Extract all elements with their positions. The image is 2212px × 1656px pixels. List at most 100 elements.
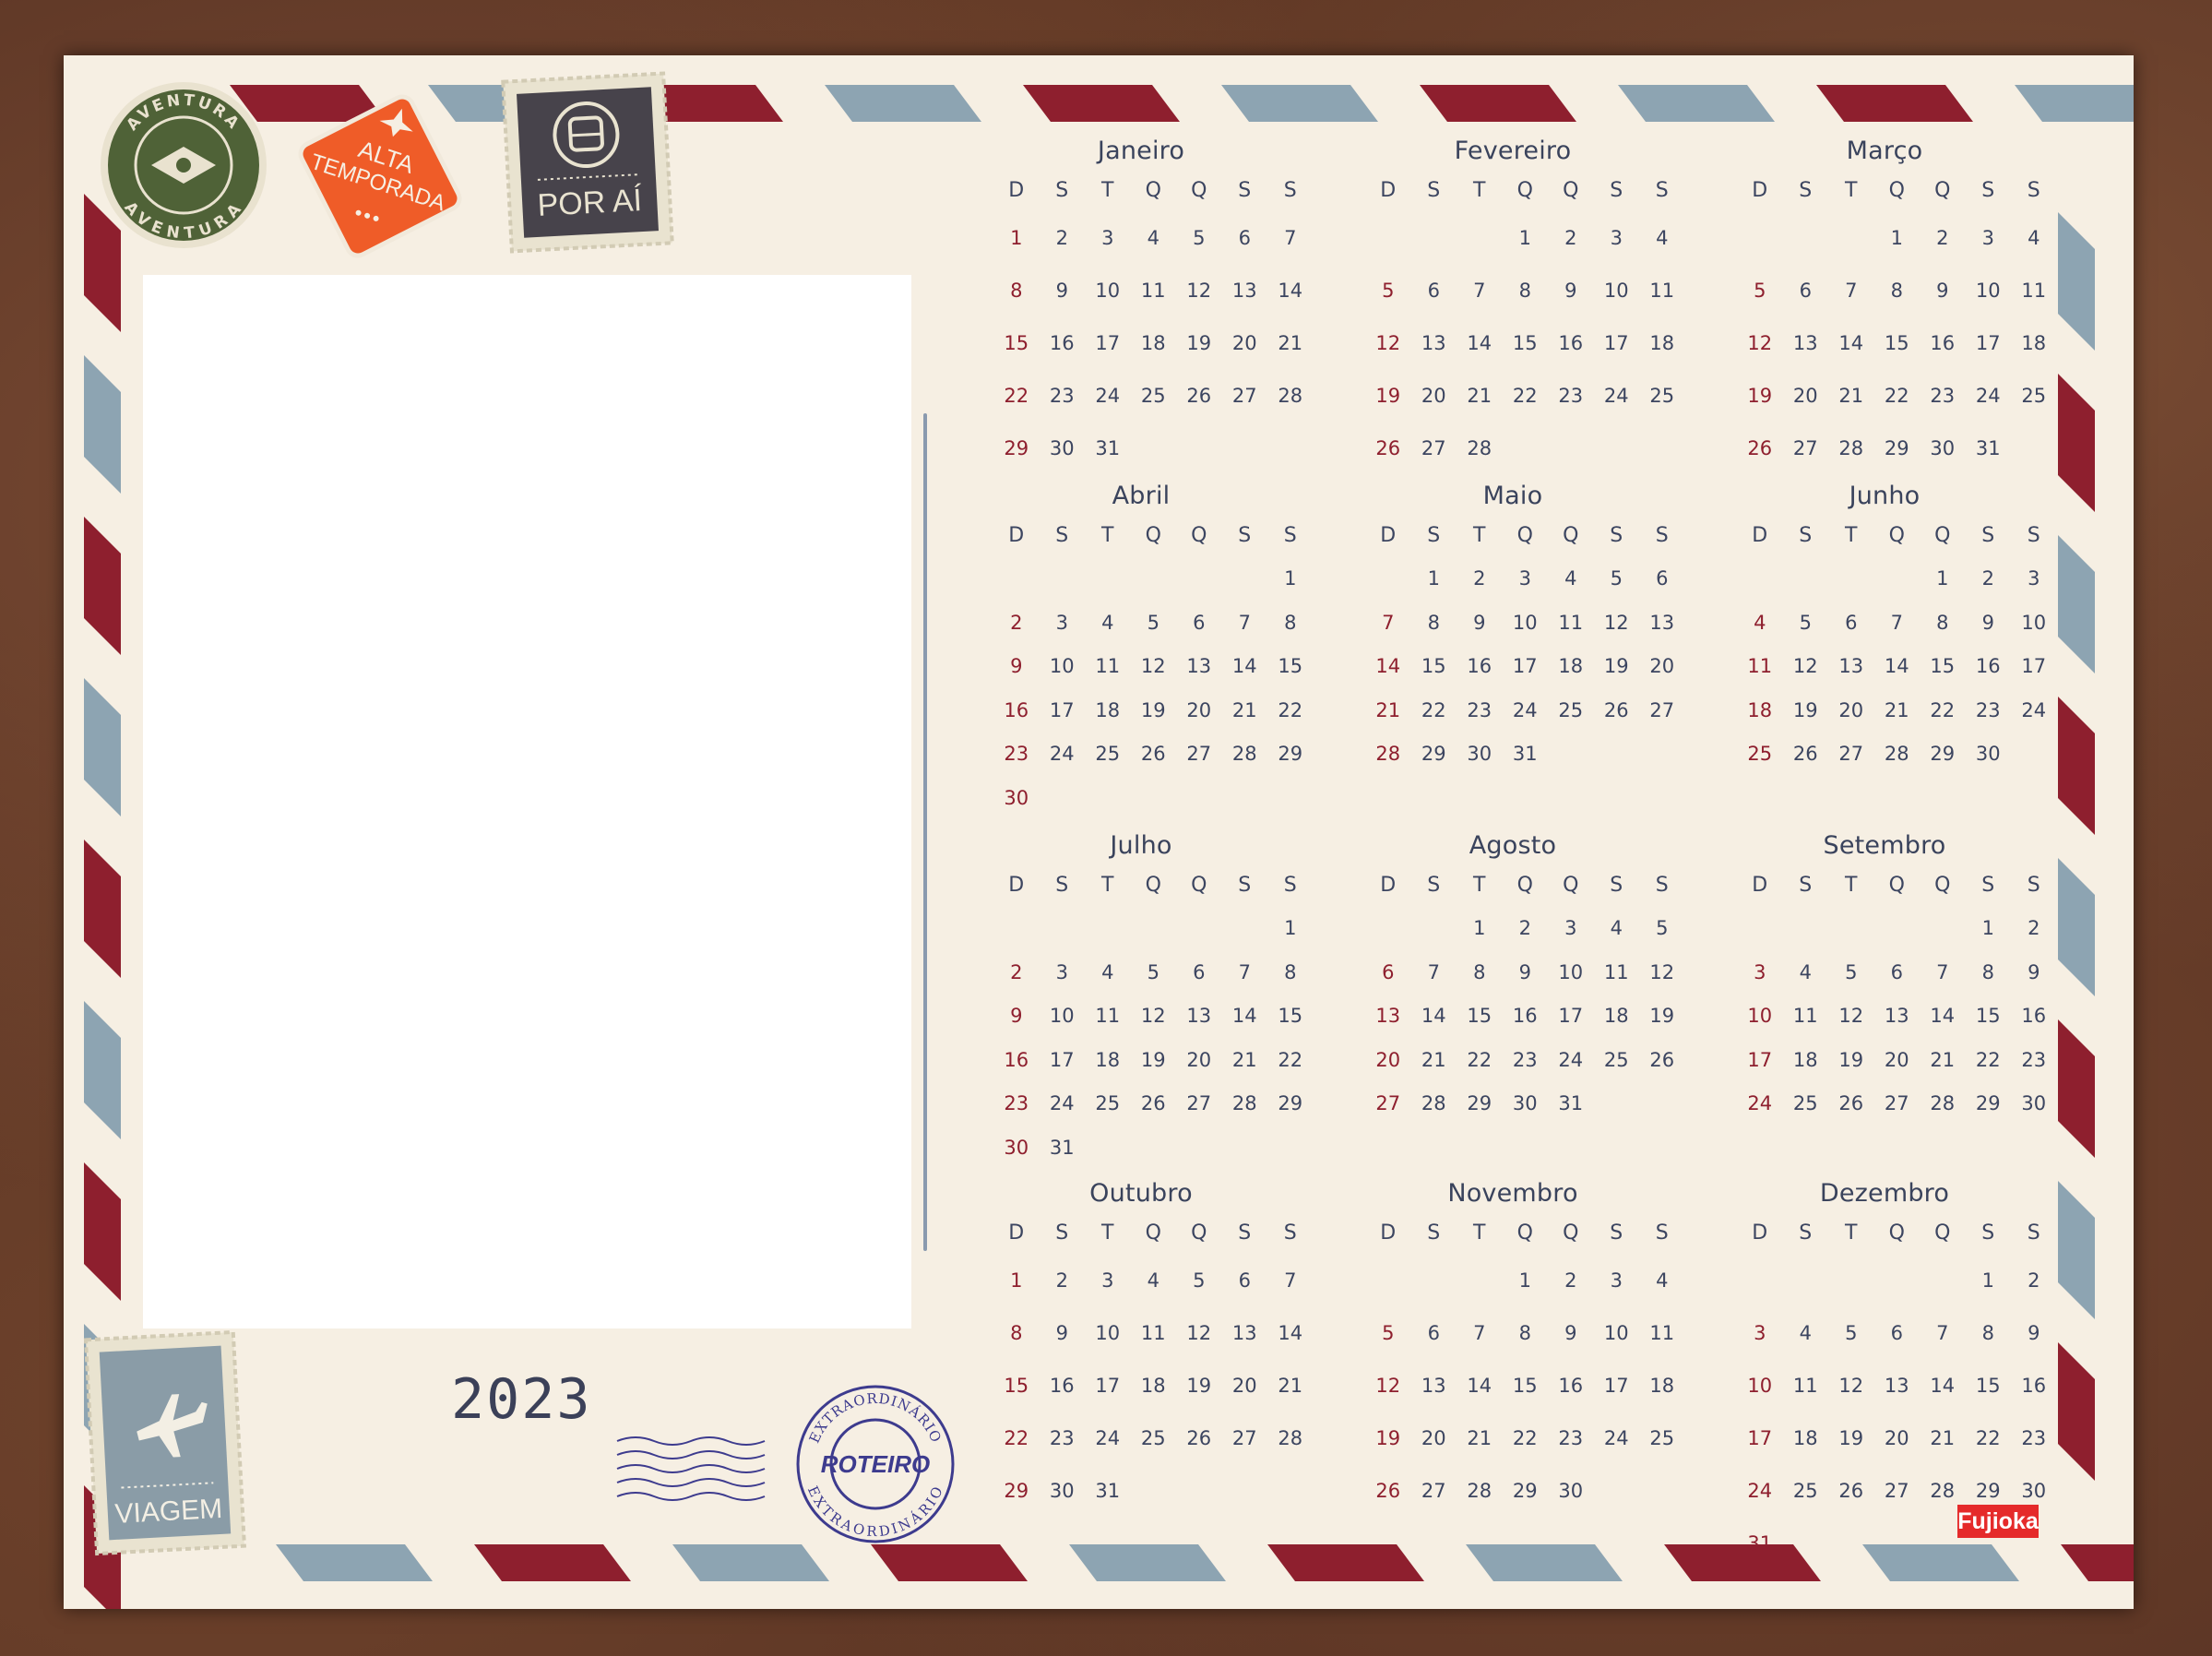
day-cell: 24 <box>1747 1092 1773 1114</box>
day-cell: 30 <box>1049 1480 1075 1502</box>
day-cell: 24 <box>1049 1092 1075 1114</box>
day-cell: 19 <box>1140 1048 1166 1071</box>
day-cell: 14 <box>1930 1375 1956 1397</box>
day-cell: 21 <box>1838 385 1864 407</box>
day-cell: 9 <box>1055 280 1068 302</box>
day-cell: 24 <box>1603 385 1629 407</box>
month-name: Agosto <box>1469 831 1557 860</box>
day-cell: 11 <box>1649 280 1675 302</box>
day-cell: 12 <box>1186 1322 1212 1344</box>
empty-cell <box>1874 1255 1921 1307</box>
aventura-stamp: AVENTURA AVENTURA <box>101 82 267 248</box>
weekday-label: S <box>1238 874 1252 897</box>
day-cell: 31 <box>1975 437 2001 459</box>
day-cell: 21 <box>1467 1427 1493 1449</box>
day-cell: 19 <box>1649 1005 1675 1027</box>
day-cell: 17 <box>1095 1375 1121 1397</box>
empty-cell <box>1737 212 1783 265</box>
svg-text:EXTRAORDINÁRIO: EXTRAORDINÁRIO <box>804 1483 946 1540</box>
por-ai-text: POR AÍ <box>537 183 644 223</box>
weekday-label: S <box>1055 1221 1069 1245</box>
weekday-label: T <box>1473 874 1486 897</box>
day-cell: 27 <box>1186 1092 1212 1114</box>
day-cell: 5 <box>1382 1322 1395 1344</box>
day-cell: 7 <box>1382 611 1395 634</box>
month-julho: Julho D S T Q Q S S 1 2 3 4 5 6 7 8 9 10 11 12 13 14 15 16 17 18 1… <box>993 828 1302 1170</box>
day-cell: 5 <box>1799 611 1812 634</box>
day-grid: D S T Q Q S S 1 2 3 4 5 6 7 8 9 10 11 12 13 14 15 16 17 18 19 20 21… <box>1737 515 2046 777</box>
day-cell: 4 <box>1799 960 1812 983</box>
day-cell: 18 <box>1603 1005 1629 1027</box>
day-cell: 7 <box>1427 960 1440 983</box>
month-name: Novembro <box>1447 1179 1578 1208</box>
airmail-stripe <box>1069 1544 1226 1581</box>
day-cell: 25 <box>1095 743 1121 765</box>
day-cell: 14 <box>1884 655 1909 677</box>
day-cell: 27 <box>1792 437 1818 459</box>
day-cell: 24 <box>1512 698 1538 721</box>
weekday-label: T <box>1845 524 1858 547</box>
day-cell: 17 <box>1603 332 1629 354</box>
day-cell: 11 <box>2021 280 2047 302</box>
day-cell: 28 <box>1838 437 1864 459</box>
day-cell: 17 <box>1049 698 1075 721</box>
weekday-label: Q <box>1934 1221 1951 1245</box>
day-cell: 8 <box>1936 611 1949 634</box>
day-cell: 13 <box>1421 1375 1446 1397</box>
airmail-stripe <box>1816 85 1973 122</box>
day-cell: 7 <box>1238 611 1251 634</box>
day-cell: 29 <box>1884 437 1909 459</box>
month-name: Março <box>1846 137 1923 165</box>
day-cell: 4 <box>1610 917 1623 939</box>
day-cell: 8 <box>1518 280 1531 302</box>
day-cell: 14 <box>1467 1375 1493 1397</box>
day-cell: 25 <box>1603 1048 1629 1071</box>
empty-cell <box>1737 557 1783 602</box>
weekday-label: S <box>1238 179 1252 202</box>
day-cell: 22 <box>1930 698 1956 721</box>
day-cell: 14 <box>1278 280 1303 302</box>
day-cell: 13 <box>1421 332 1446 354</box>
day-cell: 14 <box>1231 655 1257 677</box>
day-cell: 20 <box>1649 655 1675 677</box>
day-cell: 11 <box>1140 280 1166 302</box>
weekday-label: Q <box>1888 874 1905 897</box>
day-grid: D S T Q Q S S 1 2 3 4 5 6 7 8 9 10 11 12 13 14 15 16 17 18 19 20 21… <box>1365 170 1674 475</box>
weekday-label: D <box>1008 179 1025 202</box>
weekday-label: S <box>2027 1221 2040 1245</box>
weekday-label: S <box>1283 524 1297 547</box>
day-cell: 23 <box>1975 698 2001 721</box>
day-cell: 6 <box>1238 227 1251 249</box>
day-cell: 25 <box>1140 385 1166 407</box>
weekday-label: D <box>1008 874 1025 897</box>
day-cell: 14 <box>1838 332 1864 354</box>
day-cell: 27 <box>1375 1092 1401 1114</box>
month-janeiro: Janeiro D S T Q Q S S 1 2 3 4 5 6 7 8 9 10 11 12 13 14 15 16 17 1… <box>993 133 1302 475</box>
day-cell: 8 <box>1427 611 1440 634</box>
weekday-label: Q <box>1563 1221 1579 1245</box>
day-cell: 6 <box>1238 1269 1251 1292</box>
extraordinario-top-text: EXTRAORDINÁRIO <box>806 1390 945 1446</box>
day-cell: 13 <box>1792 332 1818 354</box>
day-grid: D S T Q Q S S 1 2 3 4 5 6 7 8 9 10 11 12 13 14 15 16 17 18 19 20 21… <box>1737 864 2046 1126</box>
day-cell: 20 <box>1186 698 1212 721</box>
month-name: Setembro <box>1823 831 1946 860</box>
weekday-label: Q <box>1934 524 1951 547</box>
weekday-label: D <box>1752 524 1768 547</box>
day-cell: 15 <box>1975 1005 2001 1027</box>
day-cell: 6 <box>1427 280 1440 302</box>
day-cell: 28 <box>1375 743 1401 765</box>
day-cell: 12 <box>1838 1375 1864 1397</box>
month-maio: Maio D S T Q Q S S 1 2 3 4 5 6 7 8 9 10 11 12 13 14 15 16 17 18 19… <box>1365 478 1674 777</box>
day-cell: 3 <box>1754 1322 1766 1344</box>
day-cell: 6 <box>1799 280 1812 302</box>
day-cell: 4 <box>1656 227 1669 249</box>
day-cell: 26 <box>1792 743 1818 765</box>
day-cell: 28 <box>1930 1092 1956 1114</box>
day-grid: D S T Q Q S S 1 2 3 4 5 6 7 8 9 10 11 12 13 14 15 16 17 18 19 20 21… <box>1365 864 1674 1126</box>
day-cell: 30 <box>1049 437 1075 459</box>
day-cell: 8 <box>1518 1322 1531 1344</box>
weekday-label: Q <box>1145 1221 1161 1245</box>
day-cell: 18 <box>1792 1427 1818 1449</box>
day-cell: 8 <box>1890 280 1903 302</box>
